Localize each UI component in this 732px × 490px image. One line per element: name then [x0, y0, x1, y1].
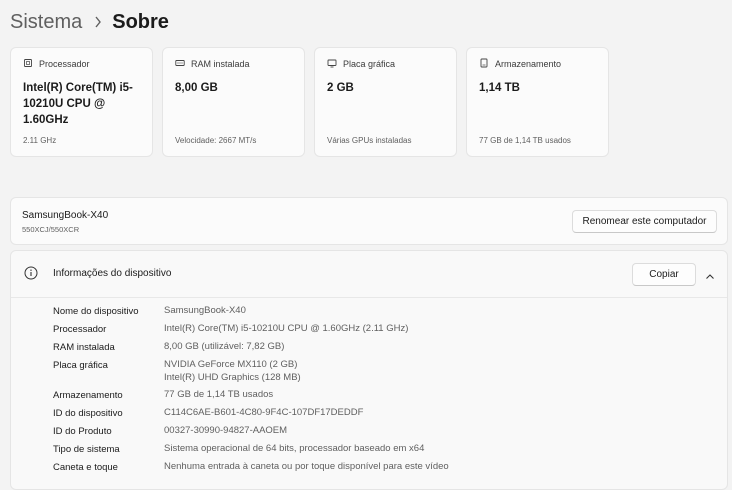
spec-list: Nome do dispositivo SamsungBook-X40 Proc… [53, 305, 713, 479]
device-info-header[interactable]: Informações do dispositivo Copiar [11, 251, 727, 298]
spec-value[interactable]: SamsungBook-X40 [164, 305, 246, 318]
device-info-title: Informações do dispositivo [53, 268, 172, 279]
card-sub: Velocidade: 2667 MT/s [175, 136, 257, 145]
spec-value[interactable]: Nenhuma entrada à caneta ou por toque di… [164, 461, 449, 474]
card-label: Processador [39, 59, 90, 69]
spec-label: Placa gráfica [53, 360, 108, 371]
info-icon [24, 266, 38, 280]
device-name: SamsungBook-X40 [22, 210, 109, 221]
gpu-icon [327, 58, 337, 70]
device-name-row: SamsungBook-X40 550XCJ/550XCR Renomear e… [10, 197, 728, 245]
card-gpu: Placa gráfica 2 GB Várias GPUs instalada… [314, 47, 457, 157]
processor-icon [23, 58, 33, 70]
spec-row: Placa gráfica NVIDIA GeForce MX110 (2 GB… [53, 359, 713, 384]
spec-value[interactable]: Sistema operacional de 64 bits, processa… [164, 443, 424, 456]
spec-row: ID do dispositivo C114C6AE-B601-4C80-9F4… [53, 407, 713, 420]
ram-icon [175, 58, 185, 70]
card-value: 8,00 GB [175, 82, 218, 94]
spec-row: Armazenamento 77 GB de 1,14 TB usados [53, 389, 713, 402]
rename-computer-button[interactable]: Renomear este computador [572, 210, 717, 233]
spec-label: Caneta e toque [53, 462, 118, 473]
copy-button[interactable]: Copiar [632, 263, 696, 286]
spec-row: Nome do dispositivo SamsungBook-X40 [53, 305, 713, 318]
spec-value[interactable]: Intel(R) Core(TM) i5-10210U CPU @ 1.60GH… [164, 323, 408, 336]
spec-row: Caneta e toque Nenhuma entrada à caneta … [53, 461, 713, 474]
chevron-right-icon [94, 16, 102, 28]
storage-icon [479, 58, 489, 70]
spec-label: Nome do dispositivo [53, 306, 139, 317]
card-value: 2 GB [327, 82, 354, 94]
card-sub: Várias GPUs instaladas [327, 136, 412, 145]
spec-label: Processador [53, 324, 107, 335]
breadcrumb-parent[interactable]: Sistema [10, 11, 82, 34]
device-info-panel: Informações do dispositivo Copiar Nome d… [10, 250, 728, 490]
spec-label: RAM instalada [53, 342, 115, 353]
card-sub: 2.11 GHz [23, 136, 57, 145]
spec-value[interactable]: 8,00 GB (utilizável: 7,82 GB) [164, 341, 284, 354]
card-sub: 77 GB de 1,14 TB usados [479, 136, 571, 145]
card-value: Intel(R) Core(TM) i5-10210U CPU @ 1.60GH… [23, 82, 133, 126]
spec-label: ID do dispositivo [53, 408, 123, 419]
spec-row: Tipo de sistema Sistema operacional de 6… [53, 443, 713, 456]
chevron-up-icon[interactable] [705, 269, 715, 279]
spec-label: ID do Produto [53, 426, 112, 437]
card-label: Armazenamento [495, 59, 562, 69]
card-storage: Armazenamento 1,14 TB 77 GB de 1,14 TB u… [466, 47, 609, 157]
card-label: Placa gráfica [343, 59, 396, 69]
device-model: 550XCJ/550XCR [22, 225, 80, 234]
spec-label: Tipo de sistema [53, 444, 120, 455]
card-value: 1,14 TB [479, 82, 520, 94]
spec-row: ID do Produto 00327-30990-94827-AAOEM [53, 425, 713, 438]
card-label: RAM instalada [191, 59, 250, 69]
card-ram: RAM instalada 8,00 GB Velocidade: 2667 M… [162, 47, 305, 157]
page-title: Sobre [112, 10, 169, 33]
spec-value[interactable]: 00327-30990-94827-AAOEM [164, 425, 287, 438]
spec-value[interactable]: NVIDIA GeForce MX110 (2 GB) Intel(R) UHD… [164, 359, 301, 384]
spec-value[interactable]: C114C6AE-B601-4C80-9F4C-107DF17DEDDF [164, 407, 363, 420]
spec-cards: Processador Intel(R) Core(TM) i5-10210U … [10, 47, 609, 157]
spec-value[interactable]: 77 GB de 1,14 TB usados [164, 389, 273, 402]
spec-label: Armazenamento [53, 390, 123, 401]
spec-row: Processador Intel(R) Core(TM) i5-10210U … [53, 323, 713, 336]
breadcrumb: Sistema Sobre [10, 6, 169, 38]
spec-row: RAM instalada 8,00 GB (utilizável: 7,82 … [53, 341, 713, 354]
card-processor: Processador Intel(R) Core(TM) i5-10210U … [10, 47, 153, 157]
